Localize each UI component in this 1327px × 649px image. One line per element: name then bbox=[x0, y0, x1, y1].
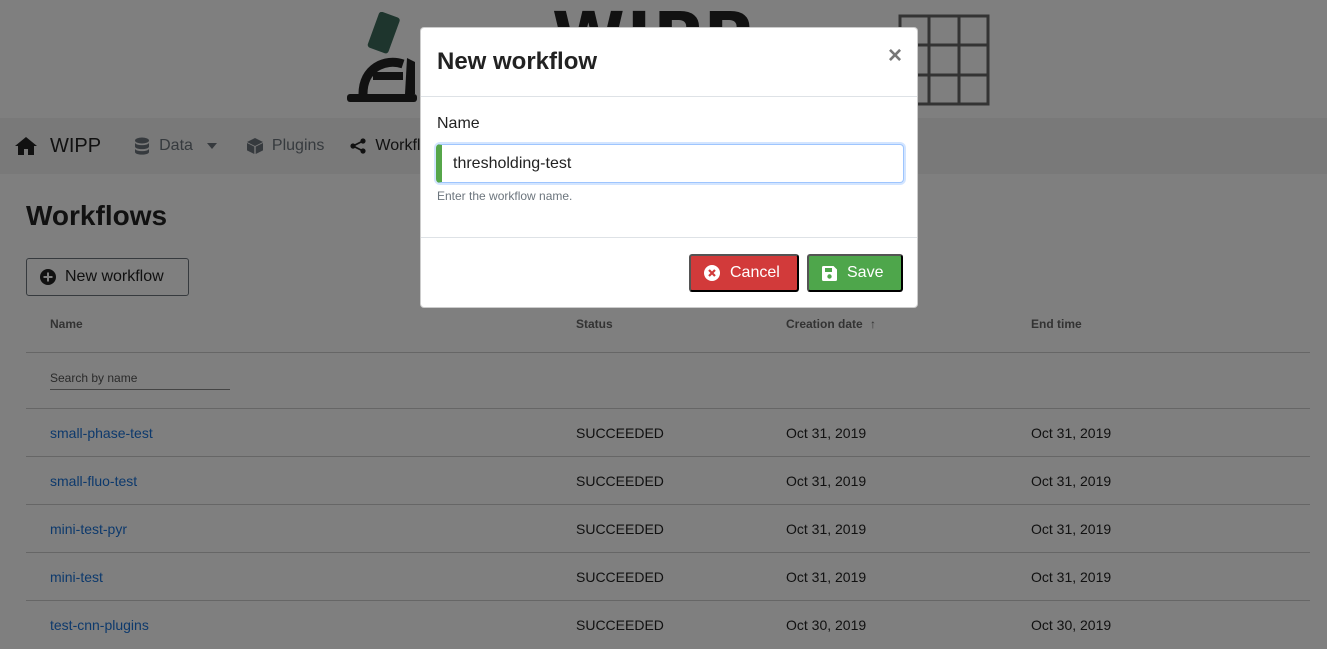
new-workflow-modal: New workflow × Name Enter the workflow n… bbox=[420, 27, 918, 308]
modal-title: New workflow bbox=[437, 48, 598, 75]
name-field-help: Enter the workflow name. bbox=[437, 189, 573, 203]
modal-footer: Cancel Save bbox=[421, 238, 917, 308]
save-button[interactable]: Save bbox=[807, 254, 903, 292]
cancel-button[interactable]: Cancel bbox=[689, 254, 799, 292]
modal-body: Name Enter the workflow name. bbox=[421, 97, 917, 238]
cancel-label: Cancel bbox=[730, 264, 780, 281]
close-icon[interactable]: × bbox=[888, 44, 902, 68]
name-field-label: Name bbox=[437, 115, 480, 132]
save-label: Save bbox=[847, 264, 884, 281]
floppy-disk-icon bbox=[822, 265, 837, 281]
modal-header: New workflow × bbox=[421, 28, 917, 97]
times-circle-icon bbox=[704, 265, 720, 281]
workflow-name-input[interactable] bbox=[436, 144, 904, 183]
